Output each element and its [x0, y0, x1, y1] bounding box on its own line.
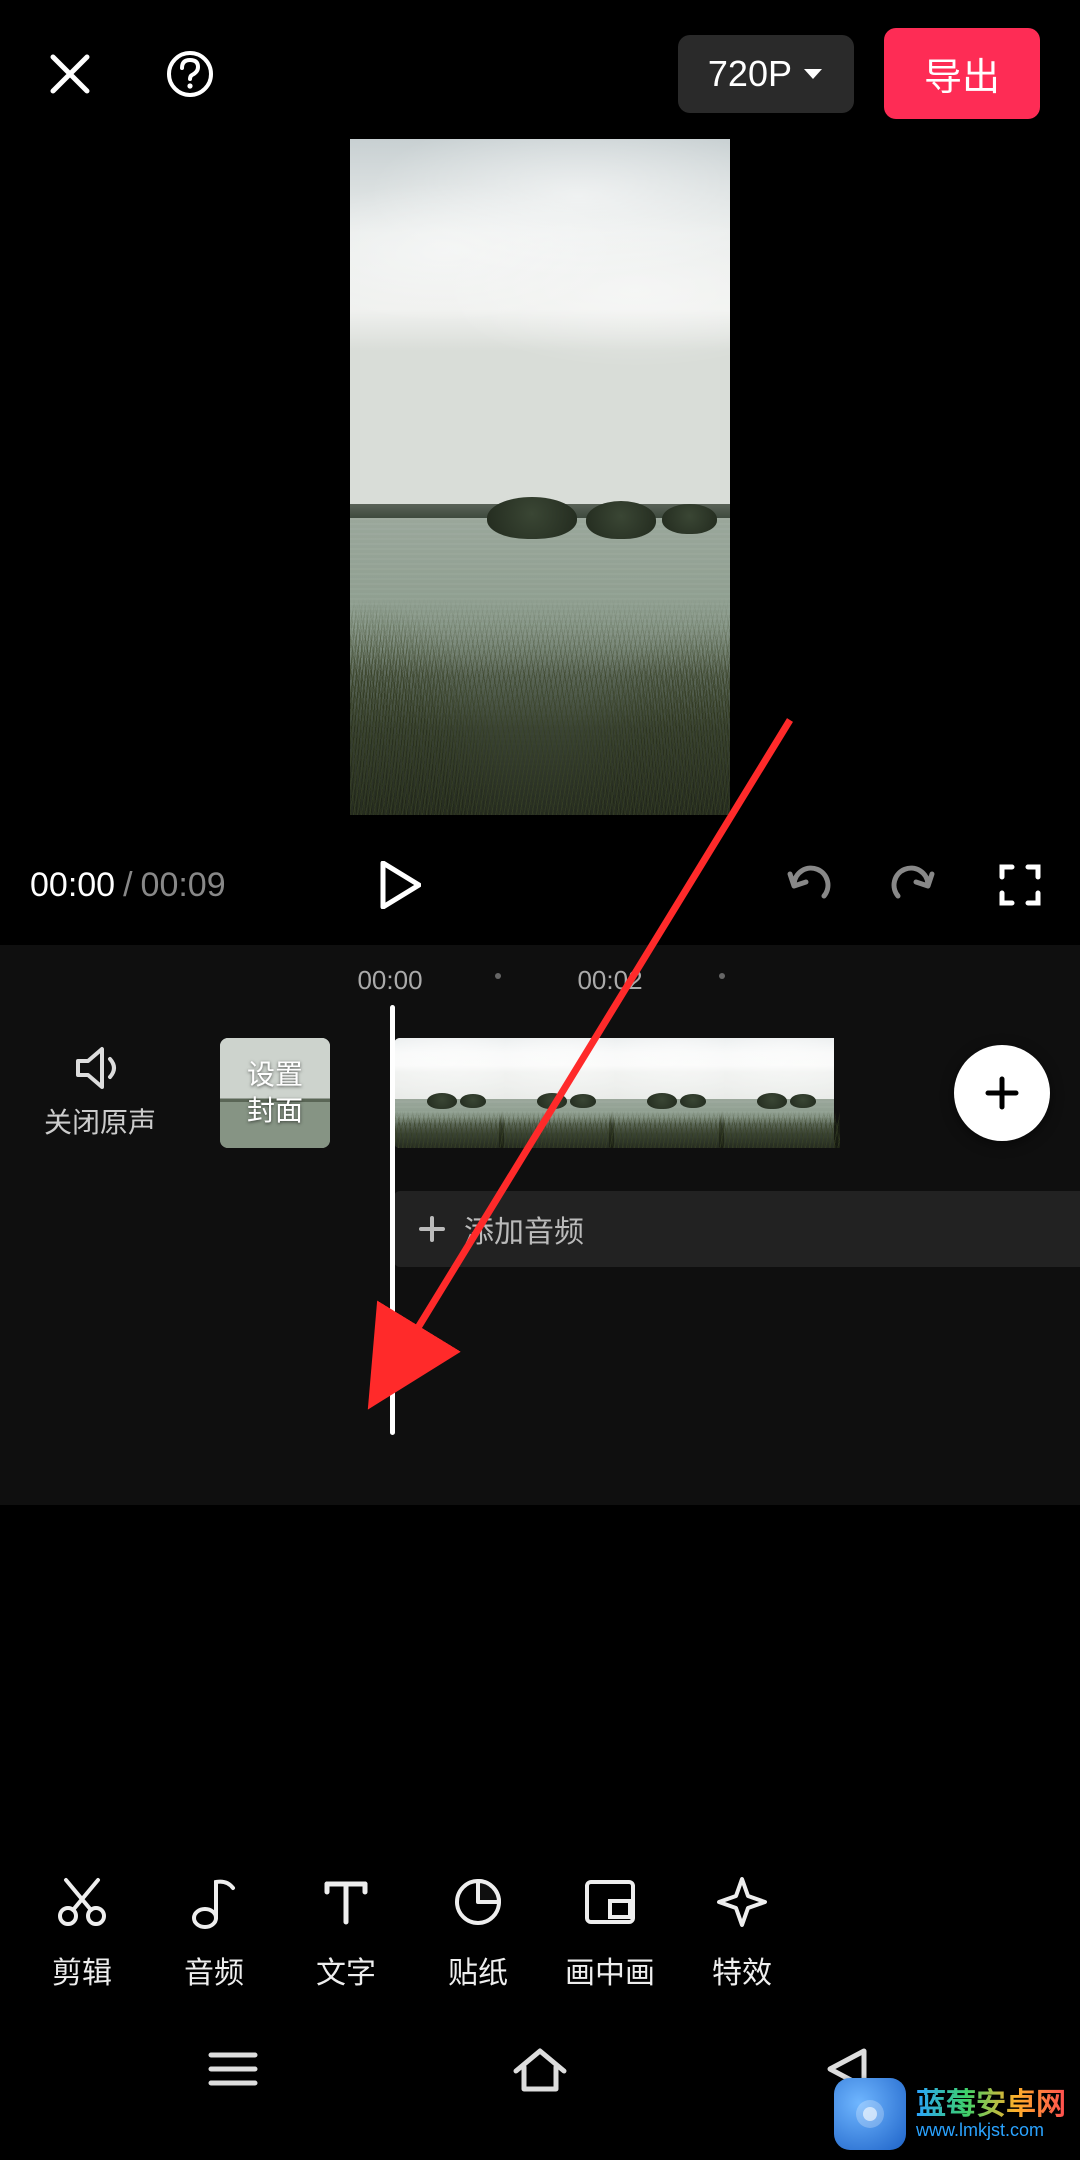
preview-area — [0, 139, 1080, 835]
watermark: 蓝莓安卓网 www.lmkjst.com — [834, 2078, 1066, 2150]
close-button[interactable] — [40, 44, 100, 104]
undo-button[interactable] — [778, 855, 838, 915]
fullscreen-button[interactable] — [990, 855, 1050, 915]
sparkle-icon — [715, 1875, 769, 1929]
watermark-url: www.lmkjst.com — [916, 2121, 1066, 2141]
time-separator: / — [123, 866, 132, 905]
export-label: 导出 — [924, 57, 1000, 99]
tool-label: 贴纸 — [448, 1948, 508, 1992]
pip-icon — [582, 1877, 638, 1927]
tool-label: 音频 — [184, 1948, 244, 1992]
tool-effects[interactable]: 特效 — [676, 1872, 808, 1992]
video-track-row: 关闭原声 设置 封面 添加音频 — [0, 1003, 1080, 1183]
video-preview[interactable] — [350, 139, 730, 815]
tool-pip[interactable]: 画中画 — [544, 1872, 676, 1992]
timeline-ruler[interactable]: 00:00 00:02 — [0, 953, 1080, 1003]
ruler-tick: 00:00 — [357, 965, 422, 996]
text-icon — [321, 1876, 371, 1928]
playback-bar: 00:00 / 00:09 — [0, 835, 1080, 945]
set-cover-label-2: 封面 — [247, 1093, 303, 1129]
tool-label: 文字 — [316, 1948, 376, 1992]
close-icon — [47, 51, 93, 97]
ruler-tick: 00:02 — [577, 965, 642, 996]
watermark-title: 蓝莓安卓网 — [916, 2088, 1066, 2121]
play-icon — [379, 861, 421, 909]
fullscreen-icon — [998, 863, 1042, 907]
plus-icon — [982, 1073, 1022, 1113]
set-cover-label-1: 设置 — [247, 1057, 303, 1093]
chevron-down-icon — [802, 67, 824, 81]
scissors-icon — [54, 1874, 110, 1930]
header-left — [40, 44, 220, 104]
resolution-dropdown[interactable]: 720P — [678, 35, 854, 113]
menu-icon — [205, 2049, 261, 2089]
nav-home-button[interactable] — [510, 2039, 570, 2099]
ruler-dot — [719, 973, 725, 979]
add-audio-track[interactable]: 添加音频 — [394, 1191, 1080, 1267]
add-audio-label: 添加音频 — [464, 1207, 584, 1251]
watermark-icon — [834, 2078, 906, 2150]
ruler-dot — [495, 973, 501, 979]
header-right: 720P 导出 — [678, 28, 1040, 119]
set-cover-button[interactable]: 设置 封面 — [220, 1038, 330, 1148]
tool-text[interactable]: 文字 — [280, 1872, 412, 1992]
timeline-section: 00:00 00:02 关闭原声 设置 封面 添加音频 — [0, 945, 1080, 1505]
music-note-icon — [189, 1874, 239, 1930]
tool-edit[interactable]: 剪辑 — [16, 1872, 148, 1992]
total-time: 00:09 — [141, 866, 226, 905]
speaker-icon — [74, 1045, 126, 1091]
sticker-icon — [452, 1876, 504, 1928]
resolution-label: 720P — [708, 53, 792, 95]
redo-icon — [890, 864, 938, 906]
tool-sticker[interactable]: 贴纸 — [412, 1872, 544, 1992]
time-display: 00:00 / 00:09 — [30, 866, 270, 905]
redo-button[interactable] — [884, 855, 944, 915]
playhead[interactable] — [390, 1005, 395, 1435]
export-button[interactable]: 导出 — [884, 28, 1040, 119]
help-icon — [165, 49, 215, 99]
tool-label: 画中画 — [565, 1948, 655, 1992]
home-icon — [510, 2045, 570, 2093]
current-time: 00:00 — [30, 866, 115, 905]
add-clip-button[interactable] — [954, 1045, 1050, 1141]
plus-icon — [418, 1215, 446, 1243]
play-button[interactable] — [370, 855, 430, 915]
mute-label: 关闭原声 — [44, 1101, 156, 1141]
header-bar: 720P 导出 — [0, 0, 1080, 139]
nav-recent-button[interactable] — [203, 2039, 263, 2099]
tool-label: 剪辑 — [52, 1948, 112, 1992]
mute-original-sound[interactable]: 关闭原声 — [0, 1045, 200, 1141]
tool-audio[interactable]: 音频 — [148, 1872, 280, 1992]
undo-icon — [784, 864, 832, 906]
tool-label: 特效 — [712, 1948, 772, 1992]
playback-right-controls — [778, 855, 1050, 915]
bottom-toolbar: 剪辑 音频 文字 贴纸 画中画 特效 — [0, 1872, 1080, 1992]
help-button[interactable] — [160, 44, 220, 104]
